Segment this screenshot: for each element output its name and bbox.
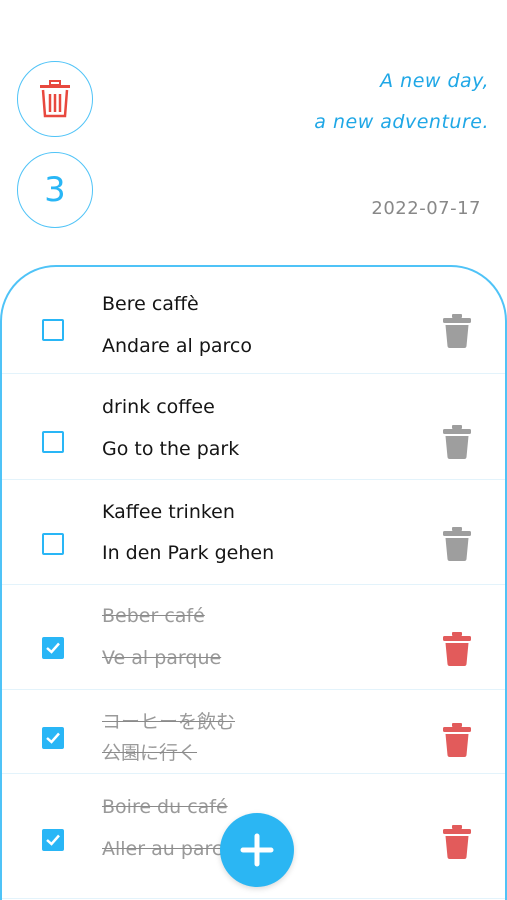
- delete-todo-button[interactable]: [443, 825, 471, 859]
- todo-row: drink coffee Go to the park: [2, 374, 505, 480]
- todo-row: Kaffee trinken In den Park gehen: [2, 480, 505, 585]
- todo-checkbox[interactable]: [42, 319, 64, 341]
- todo-text-line-2[interactable]: In den Park gehen: [102, 542, 274, 564]
- check-icon: [46, 642, 60, 654]
- todo-text-line-1[interactable]: Kaffee trinken: [102, 501, 235, 523]
- trash-icon: [443, 825, 471, 859]
- todo-text-line-2[interactable]: Go to the park: [102, 438, 239, 460]
- remaining-count-badge: 3: [17, 152, 93, 228]
- todo-text-line-1[interactable]: コーヒーを飲む: [102, 707, 235, 734]
- check-icon: [46, 732, 60, 744]
- delete-todo-button[interactable]: [443, 527, 471, 561]
- motto-line-1: A new day,: [380, 70, 489, 92]
- todo-text-line-2[interactable]: 公園に行く: [102, 738, 197, 765]
- todo-row: Beber café Ve al parque: [2, 585, 505, 690]
- todo-text-line-2[interactable]: Ve al parque: [102, 647, 221, 669]
- date-label: 2022-07-17: [371, 198, 481, 219]
- todo-text-line-1[interactable]: drink coffee: [102, 396, 215, 418]
- trash-icon: [443, 723, 471, 757]
- delete-todo-button[interactable]: [443, 723, 471, 757]
- trash-icon: [443, 632, 471, 666]
- trash-icon: [443, 527, 471, 561]
- delete-todo-button[interactable]: [443, 425, 471, 459]
- todo-checkbox[interactable]: [42, 727, 64, 749]
- todo-text-line-1[interactable]: Beber café: [102, 605, 205, 627]
- add-todo-button[interactable]: [220, 813, 294, 887]
- todo-checkbox[interactable]: [42, 637, 64, 659]
- todo-checkbox[interactable]: [42, 533, 64, 555]
- motto-line-2: a new adventure.: [314, 111, 489, 133]
- plus-icon: [240, 833, 274, 867]
- trash-icon: [443, 425, 471, 459]
- todo-text-line-1[interactable]: Boire du café: [102, 796, 228, 818]
- todo-list: Bere caffè Andare al parco drink coffee Go …: [0, 265, 507, 900]
- todo-row: Bere caffè Andare al parco: [2, 267, 505, 374]
- todo-checkbox[interactable]: [42, 431, 64, 453]
- trash-icon: [40, 80, 70, 118]
- todo-text-line-2[interactable]: Andare al parco: [102, 335, 252, 357]
- check-icon: [46, 834, 60, 846]
- todo-row: コーヒーを飲む 公園に行く: [2, 690, 505, 774]
- todo-text-line-1[interactable]: Bere caffè: [102, 293, 199, 315]
- delete-todo-button[interactable]: [443, 632, 471, 666]
- todo-checkbox[interactable]: [42, 829, 64, 851]
- trash-icon: [443, 314, 471, 348]
- delete-todo-button[interactable]: [443, 314, 471, 348]
- remaining-count: 3: [44, 170, 66, 210]
- todo-text-line-2[interactable]: Aller au parc: [102, 838, 222, 860]
- clear-completed-button[interactable]: [17, 61, 93, 137]
